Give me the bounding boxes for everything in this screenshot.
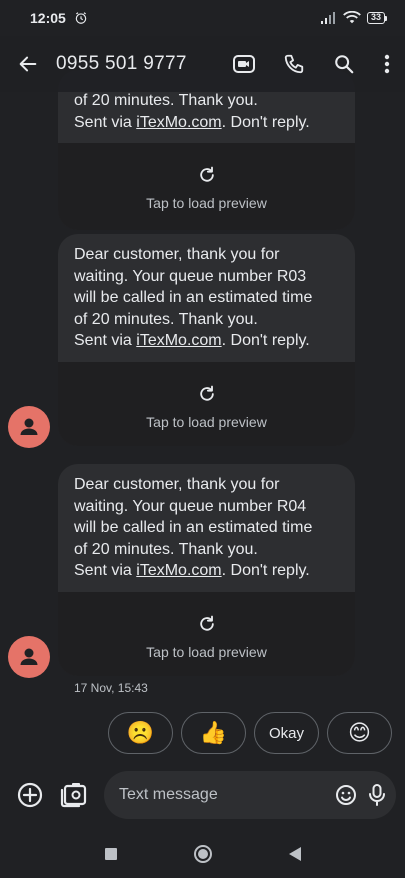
refresh-icon: [199, 166, 214, 182]
preview-label: Tap to load preview: [146, 195, 267, 211]
battery-level: 33: [366, 12, 385, 24]
message-link[interactable]: iTexMo.com: [136, 114, 221, 131]
message-text: Dear customer, thank you for waiting. Yo…: [74, 246, 313, 349]
wifi-icon: [343, 11, 361, 24]
add-circle-icon: [17, 782, 43, 808]
link-preview[interactable]: Tap to load preview: [58, 591, 355, 676]
person-icon: [20, 648, 38, 665]
refresh-icon: [199, 385, 214, 401]
message-bubble[interactable]: Dear customer, thank you for waiting. Yo…: [58, 464, 355, 676]
back-icon: [288, 847, 301, 861]
signal-icon: [320, 12, 335, 24]
emoji-button[interactable]: [334, 780, 358, 810]
smart-reply-okay[interactable]: Okay: [254, 712, 319, 754]
video-call-button[interactable]: [219, 40, 269, 88]
phone-icon: [284, 54, 304, 74]
nav-back-button[interactable]: [281, 840, 309, 868]
status-time: 12:05: [30, 10, 66, 26]
message-timestamp: 17 Nov, 15:43: [74, 681, 148, 695]
alarm-icon: [75, 12, 87, 24]
smart-replies: ☹️ 👍 Okay 😊: [108, 712, 392, 754]
search-icon: [335, 55, 354, 74]
link-preview[interactable]: Tap to load preview: [58, 143, 355, 230]
contact-title[interactable]: 0955 501 9777: [56, 53, 187, 75]
gallery-icon: [60, 783, 87, 808]
more-options-button[interactable]: [369, 40, 405, 88]
message-input[interactable]: [119, 786, 326, 804]
message-text: Dear customer, thank you for waiting. Yo…: [74, 476, 313, 579]
status-bar: 12:05 33: [0, 0, 405, 36]
person-icon: [20, 418, 38, 435]
link-preview[interactable]: Tap to load preview: [58, 361, 355, 446]
home-icon: [193, 845, 212, 863]
preview-label: Tap to load preview: [146, 643, 267, 660]
emoji-icon: [336, 785, 356, 805]
sender-avatar[interactable]: [8, 636, 50, 678]
back-arrow-icon: [19, 56, 37, 72]
smart-reply-smile[interactable]: 😊: [327, 712, 392, 754]
video-call-icon: [233, 55, 255, 73]
back-button[interactable]: [0, 36, 56, 92]
battery-icon: 33: [366, 12, 387, 24]
mic-icon: [369, 784, 385, 806]
search-button[interactable]: [319, 40, 369, 88]
compose-field[interactable]: [104, 771, 396, 819]
recents-icon: [104, 848, 117, 860]
message-link[interactable]: iTexMo.com: [136, 332, 221, 349]
smart-reply-thumbs-up[interactable]: 👍: [181, 712, 246, 754]
gallery-button[interactable]: [58, 778, 90, 810]
voice-input-button[interactable]: [366, 780, 388, 810]
smart-reply-frown[interactable]: ☹️: [108, 712, 173, 754]
home-button[interactable]: [189, 840, 217, 868]
call-button[interactable]: [269, 40, 319, 88]
preview-label: Tap to load preview: [146, 413, 267, 430]
more-vert-icon: [384, 54, 390, 74]
recents-button[interactable]: [97, 840, 125, 868]
message-link[interactable]: iTexMo.com: [136, 562, 221, 579]
message-bubble[interactable]: Dear customer, thank you for waiting. Yo…: [58, 234, 355, 446]
system-nav-bar: [0, 830, 405, 878]
refresh-icon: [199, 615, 214, 631]
sender-avatar[interactable]: [8, 406, 50, 448]
add-attachment-button[interactable]: [14, 779, 46, 811]
message-bubble[interactable]: of 20 minutes. Thank you. Sent via iTexM…: [58, 70, 355, 230]
app-bar: 0955 501 9777: [0, 36, 405, 92]
